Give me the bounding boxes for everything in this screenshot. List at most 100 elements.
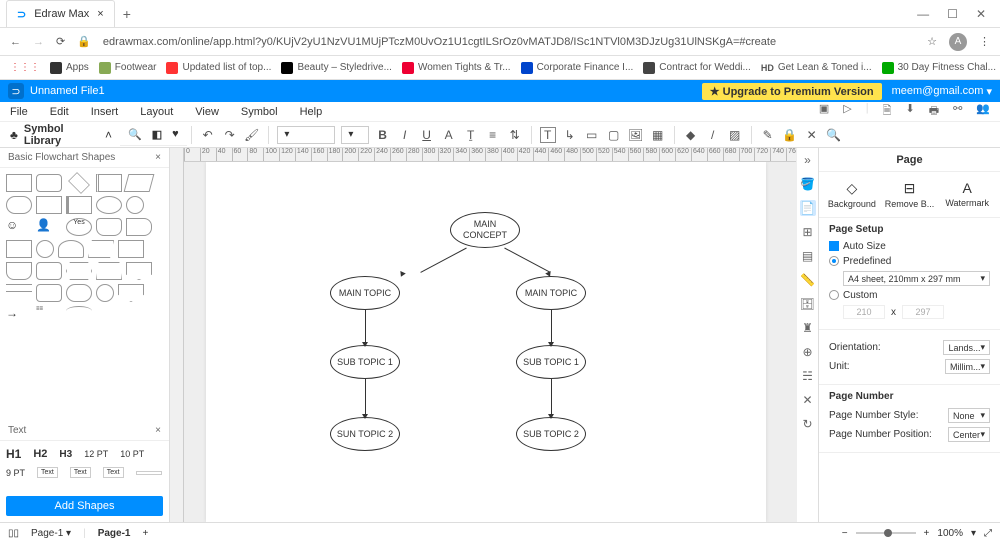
maximize-icon[interactable]: ☐ xyxy=(947,7,958,21)
paper-size-select[interactable]: A4 sheet, 210mm x 297 mm▾ xyxy=(843,271,990,286)
underline-icon[interactable]: U xyxy=(419,127,435,143)
browser-tab[interactable]: ⊃ Edraw Max × xyxy=(6,0,115,27)
page-selector[interactable]: Page-1 ▾ xyxy=(31,528,71,539)
search-canvas-icon[interactable]: 🔍 xyxy=(826,127,842,143)
shape-lines[interactable] xyxy=(6,284,32,292)
tab-background[interactable]: ◇Background xyxy=(823,180,881,209)
text-section-header[interactable]: Text× xyxy=(0,421,169,441)
connector-icon[interactable]: ↳ xyxy=(562,127,578,143)
back-icon[interactable]: ← xyxy=(10,36,21,48)
format-painter-icon[interactable]: 🖌 xyxy=(244,127,260,143)
shape-cyl2[interactable] xyxy=(58,240,84,258)
data-icon[interactable]: 🗄 xyxy=(800,296,816,312)
bookmark[interactable]: Beauty – Styledrive... xyxy=(281,62,392,74)
save-icon[interactable]: 🗎 xyxy=(883,102,892,121)
undo-icon[interactable]: ↶ xyxy=(200,127,216,143)
expand-icon[interactable]: » xyxy=(800,152,816,168)
custom-radio[interactable]: Custom xyxy=(829,290,877,301)
close-window-icon[interactable]: ✕ xyxy=(976,7,986,21)
bold-icon[interactable]: B xyxy=(375,127,391,143)
shape-pent[interactable] xyxy=(126,262,152,280)
bucket-icon[interactable]: 🪣 xyxy=(800,176,816,192)
layers-icon[interactable]: ▤ xyxy=(800,248,816,264)
shape-circ3[interactable] xyxy=(96,284,114,302)
lock-icon[interactable]: 🔒 xyxy=(782,127,798,143)
shape-pill[interactable] xyxy=(6,196,32,214)
node-right1[interactable]: MAIN TOPIC xyxy=(516,276,586,310)
close-icon[interactable]: × xyxy=(97,8,103,20)
ruler-icon[interactable]: 📏 xyxy=(800,272,816,288)
add-page-button[interactable]: + xyxy=(142,528,148,539)
rounded-rect-icon[interactable]: ▢ xyxy=(606,127,622,143)
canvas[interactable]: MAIN CONCEPT MAIN TOPIC MAIN TOPIC SUB T… xyxy=(184,162,818,522)
line-icon[interactable]: / xyxy=(705,127,721,143)
predefined-radio[interactable]: Predefined xyxy=(829,256,891,267)
shape-actor[interactable]: ☺ xyxy=(6,218,32,236)
menu-icon[interactable]: ⋮ xyxy=(979,35,990,48)
node-root[interactable]: MAIN CONCEPT xyxy=(450,212,520,248)
zoom-in-button[interactable]: + xyxy=(924,528,930,539)
chevron-up-icon[interactable]: ˄ xyxy=(105,128,112,142)
text-9pt[interactable]: 9 PT xyxy=(6,468,25,478)
hier-icon[interactable]: ♜ xyxy=(800,320,816,336)
menu-file[interactable]: File xyxy=(10,106,28,118)
tab-watermark[interactable]: AWatermark xyxy=(938,180,996,209)
node-left3[interactable]: SUN TOPIC 2 xyxy=(330,417,400,451)
width-input[interactable]: 210 xyxy=(843,305,885,319)
url-field[interactable]: edrawmax.com/online/app.html?y0/KUjV2yU1… xyxy=(103,36,915,48)
bookmark[interactable]: 30 Day Fitness Chal... xyxy=(882,62,996,74)
pn-style-select[interactable]: None▾ xyxy=(948,408,990,423)
menu-help[interactable]: Help xyxy=(300,106,323,118)
reload-icon[interactable]: ⟳ xyxy=(56,35,65,48)
add-icon[interactable]: ⊕ xyxy=(800,344,816,360)
shape-yes[interactable]: Yes xyxy=(66,218,92,236)
forward-icon[interactable]: → xyxy=(33,36,44,48)
close-icon[interactable]: × xyxy=(155,425,161,436)
account-email[interactable]: meem@gmail.com▾ xyxy=(892,85,992,98)
tab-remove-bg[interactable]: ⊟Remove B... xyxy=(881,180,939,209)
edit-shape-icon[interactable]: ✎ xyxy=(760,127,776,143)
page-tab[interactable]: Page-1 xyxy=(98,528,131,539)
grid-icon[interactable]: ⊞ xyxy=(800,224,816,240)
rect-icon[interactable]: ▭ xyxy=(584,127,600,143)
menu-layout[interactable]: Layout xyxy=(140,106,173,118)
present-icon[interactable]: ▷ xyxy=(843,102,851,121)
font-color-icon[interactable]: A xyxy=(441,127,457,143)
bookmark[interactable]: Footwear xyxy=(99,62,157,74)
shape-shield[interactable] xyxy=(118,284,144,302)
tools-icon[interactable]: ✕ xyxy=(804,127,820,143)
layout-icon[interactable]: ▯▯ xyxy=(8,528,19,539)
text-box[interactable]: Text xyxy=(70,467,91,478)
node-right2[interactable]: SUB TOPIC 1 xyxy=(516,345,586,379)
shape-double[interactable] xyxy=(96,174,122,192)
orientation-select[interactable]: Lands...▾ xyxy=(943,340,990,355)
avatar[interactable]: A xyxy=(949,33,967,51)
node-left1[interactable]: MAIN TOPIC xyxy=(330,276,400,310)
shape-flag[interactable] xyxy=(126,218,152,236)
grid3-icon[interactable]: ◧ xyxy=(152,128,162,141)
page-panel-icon[interactable]: 📄 xyxy=(800,200,816,216)
text-format-icon[interactable]: Ṯ xyxy=(463,127,479,143)
close-icon[interactable]: × xyxy=(155,152,161,163)
download-icon[interactable]: ⬇ xyxy=(905,102,914,121)
menu-view[interactable]: View xyxy=(195,106,219,118)
menu-insert[interactable]: Insert xyxy=(91,106,119,118)
shape-rnd2[interactable] xyxy=(36,262,62,280)
bookmark[interactable]: Apps xyxy=(50,62,89,74)
shape-arrow2[interactable]: → xyxy=(6,306,32,324)
heart-icon[interactable]: ♥ xyxy=(172,128,179,140)
new-tab-button[interactable]: + xyxy=(123,6,131,22)
text-tool-icon[interactable]: T xyxy=(540,127,556,143)
zoom-value[interactable]: 100% xyxy=(937,528,963,539)
print-icon[interactable]: 🖶 xyxy=(929,102,939,121)
shape-rounded[interactable] xyxy=(36,174,62,192)
font-size-select[interactable]: ▾ xyxy=(341,126,369,144)
shape-wave[interactable] xyxy=(6,262,32,280)
shape-circle[interactable] xyxy=(126,196,144,214)
menu-edit[interactable]: Edit xyxy=(50,106,69,118)
text-10pt[interactable]: 10 PT xyxy=(120,449,144,459)
shape-hex[interactable] xyxy=(66,262,92,280)
shape-rect4[interactable] xyxy=(118,240,144,258)
text-12pt[interactable]: 12 PT xyxy=(84,449,108,459)
layers-icon[interactable]: ▣ xyxy=(819,102,829,121)
